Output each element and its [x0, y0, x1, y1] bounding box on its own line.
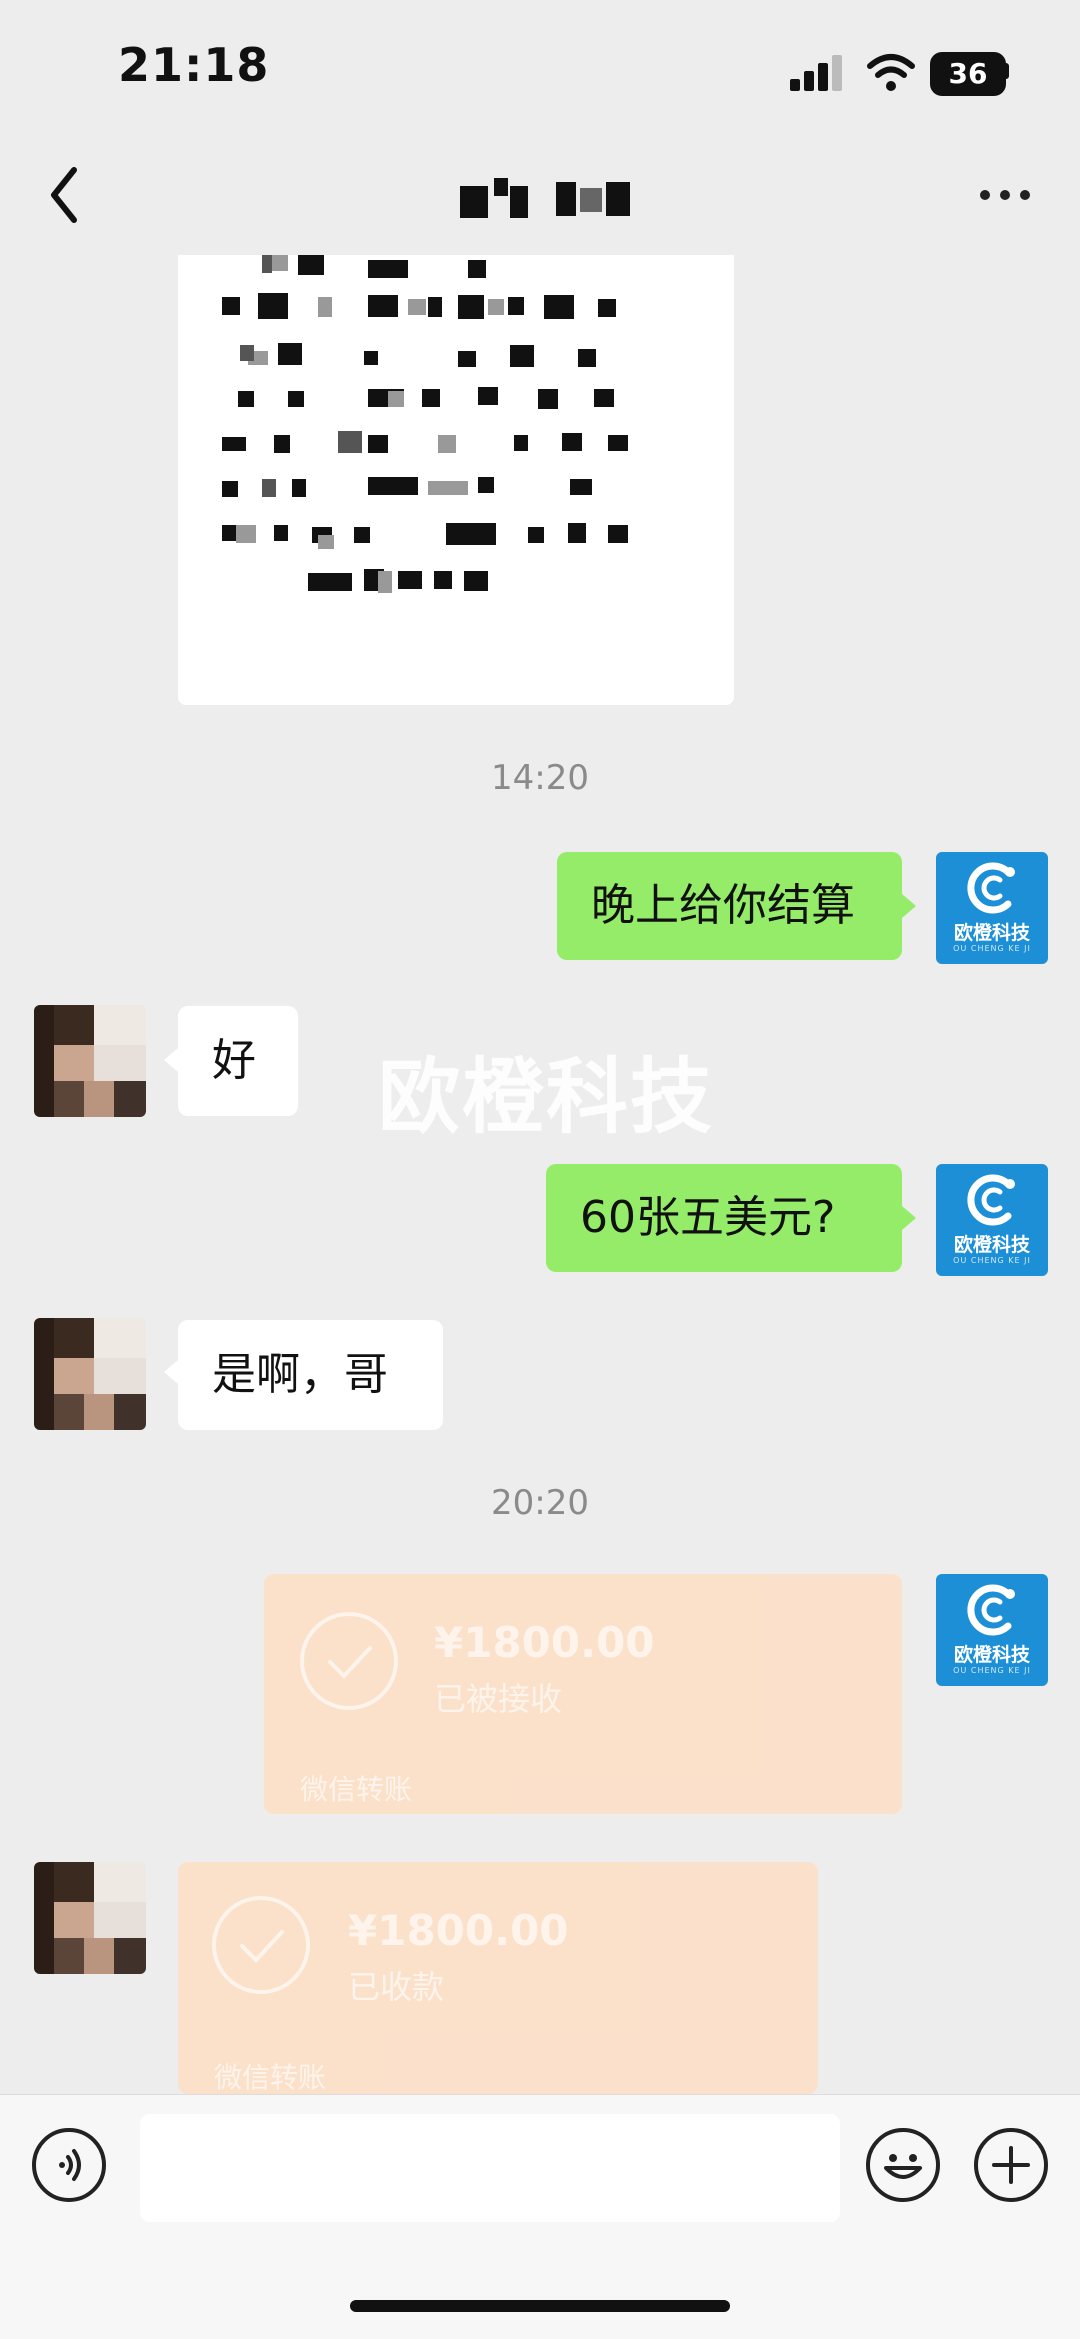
- bubble-tail: [902, 1206, 916, 1230]
- transfer-amount: ¥1800.00: [434, 1618, 655, 1667]
- brand-name: 欧橙科技: [953, 1234, 1030, 1256]
- transfer-status: 已收款: [348, 1968, 445, 2006]
- home-indicator: [350, 2300, 730, 2312]
- wifi-icon: [867, 54, 915, 91]
- watermark-text: 欧橙科技: [378, 1050, 715, 1145]
- transfer-card-sent[interactable]: ¥1800.00 已被接收 微信转账: [264, 1574, 902, 1814]
- avatar-self-brand-logo[interactable]: 欧橙科技 OU CHENG KE JI: [936, 852, 1048, 964]
- message-bubble-received[interactable]: 好: [178, 1006, 298, 1116]
- brand-subtitle: OU CHENG KE JI: [953, 944, 1031, 953]
- transfer-amount: ¥1800.00: [348, 1906, 569, 1955]
- redacted-image-message[interactable]: [178, 255, 734, 705]
- message-bubble-sent[interactable]: 60张五美元?: [546, 1164, 902, 1272]
- brand-logo-icon: [967, 862, 1015, 914]
- check-circle-icon: [212, 1896, 310, 1994]
- battery-icon: 36: [930, 52, 1006, 96]
- status-time: 21:18: [118, 38, 270, 92]
- brand-logo-icon: [967, 1174, 1015, 1226]
- transfer-footer: 微信转账: [214, 2061, 327, 2094]
- message-text: 是啊，哥: [212, 1349, 388, 1400]
- transfer-card-received[interactable]: ¥1800.00 已收款 微信转账: [178, 1862, 818, 2094]
- check-circle-icon: [300, 1612, 398, 1710]
- avatar-self-brand-logo[interactable]: 欧橙科技 OU CHENG KE JI: [936, 1164, 1048, 1276]
- message-text: 60张五美元?: [580, 1192, 836, 1243]
- avatar-self-brand-logo[interactable]: 欧橙科技 OU CHENG KE JI: [936, 1574, 1048, 1686]
- bubble-tail: [164, 1048, 178, 1072]
- transfer-status: 已被接收: [434, 1680, 563, 1718]
- timestamp: 14:20: [491, 758, 589, 798]
- brand-logo-icon: [967, 1584, 1015, 1636]
- brand-name: 欧橙科技: [953, 1644, 1030, 1666]
- more-dots-icon[interactable]: [975, 175, 1035, 215]
- emoji-icon[interactable]: [866, 2128, 940, 2202]
- timestamp: 20:20: [491, 1483, 589, 1523]
- bubble-tail: [164, 1360, 178, 1384]
- cellular-signal-icon: [790, 55, 850, 91]
- message-text: 好: [212, 1035, 256, 1086]
- voice-input-icon[interactable]: [32, 2128, 106, 2202]
- avatar-contact-redacted[interactable]: [34, 1862, 146, 1974]
- chevron-left-icon[interactable]: [40, 160, 90, 230]
- message-bubble-received[interactable]: 是啊，哥: [178, 1320, 443, 1430]
- avatar-contact-redacted[interactable]: [34, 1005, 146, 1117]
- transfer-footer: 微信转账: [300, 1773, 413, 1806]
- redaction-mosaic: [222, 255, 628, 593]
- bubble-tail: [902, 894, 916, 918]
- message-input[interactable]: [140, 2114, 840, 2222]
- message-bubble-sent[interactable]: 晚上给你结算: [557, 852, 902, 960]
- avatar-contact-redacted[interactable]: [34, 1318, 146, 1430]
- plus-icon[interactable]: [974, 2128, 1048, 2202]
- battery-tip: [1003, 63, 1009, 79]
- brand-subtitle: OU CHENG KE JI: [953, 1256, 1031, 1265]
- message-text: 晚上给你结算: [591, 880, 855, 931]
- chat-title-redacted: [460, 178, 650, 222]
- brand-subtitle: OU CHENG KE JI: [953, 1666, 1031, 1675]
- brand-name: 欧橙科技: [953, 922, 1030, 944]
